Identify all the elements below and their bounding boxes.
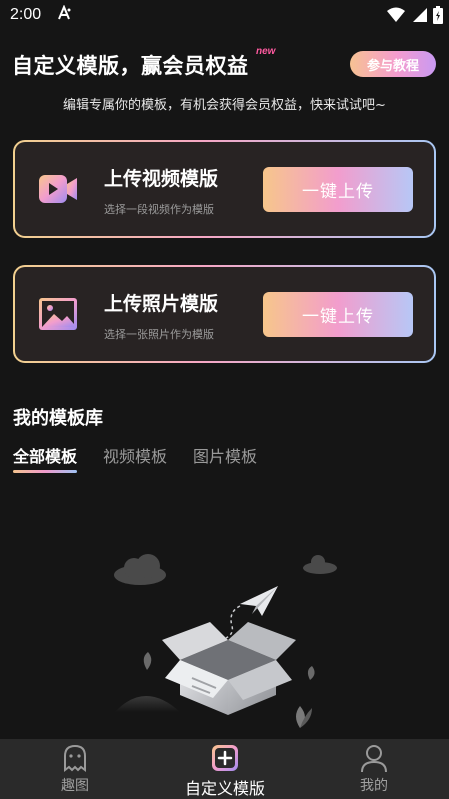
tab-label: 图片模板 — [193, 447, 258, 466]
nav-label: 我的 — [360, 778, 388, 794]
tab-label: 全部模板 — [13, 447, 78, 466]
add-icon — [209, 742, 241, 774]
upload-video-button[interactable]: 一键上传 — [263, 167, 413, 212]
nav-item-mine[interactable]: 我的 — [299, 739, 449, 799]
card-description: 选择一张照片作为模版 — [104, 328, 214, 341]
nav-label: 趣图 — [61, 778, 89, 794]
empty-state-illustration — [100, 540, 350, 740]
upload-photo-button[interactable]: 一键上传 — [263, 292, 413, 337]
cloud-icon — [303, 555, 337, 574]
image-icon — [37, 294, 79, 334]
tab-label: 视频模板 — [103, 447, 168, 466]
status-time: 2:00 — [10, 6, 42, 23]
bottom-nav: 趣图 自定义模版 我的 — [0, 739, 449, 799]
page-subtitle: 编辑专属你的模板，有机会获得会员权益，快来试试吧~ — [63, 98, 386, 113]
tab-video-templates[interactable]: 视频模板 — [103, 443, 167, 467]
nav-item-fun[interactable]: 趣图 — [0, 739, 150, 799]
tab-active-indicator — [13, 470, 78, 473]
tab-image-templates[interactable]: 图片模板 — [193, 443, 257, 467]
cloud-icon — [114, 554, 166, 585]
nav-label: 自定义模版 — [184, 779, 265, 798]
video-icon — [37, 169, 79, 209]
upload-video-card: 上传视频模版 选择一段视频作为模版 一键上传 — [13, 140, 436, 238]
card-description: 选择一段视频作为模版 — [104, 203, 214, 216]
accessibility-icon — [56, 4, 72, 25]
card-title: 上传照片模版 — [104, 293, 219, 315]
upload-photo-card: 上传照片模版 选择一张照片作为模版 一键上传 — [13, 265, 436, 363]
page-title: 自定义模版，赢会员权益 — [12, 54, 249, 78]
wifi-icon — [387, 7, 405, 27]
profile-icon — [358, 742, 390, 774]
tutorial-button[interactable]: 参与教程 — [350, 51, 436, 77]
new-badge: new — [256, 46, 276, 57]
ghost-icon — [59, 742, 91, 774]
battery-icon — [433, 6, 443, 28]
library-title: 我的模板库 — [13, 408, 103, 429]
library-tabs: 全部模板 视频模板 图片模板 — [13, 443, 257, 473]
signal-icon — [411, 7, 427, 27]
card-title: 上传视频模版 — [104, 168, 219, 190]
nav-item-custom-template[interactable]: 自定义模版 — [150, 739, 300, 799]
tab-all-templates[interactable]: 全部模板 — [13, 443, 78, 473]
status-bar: 2:00 — [0, 0, 449, 30]
